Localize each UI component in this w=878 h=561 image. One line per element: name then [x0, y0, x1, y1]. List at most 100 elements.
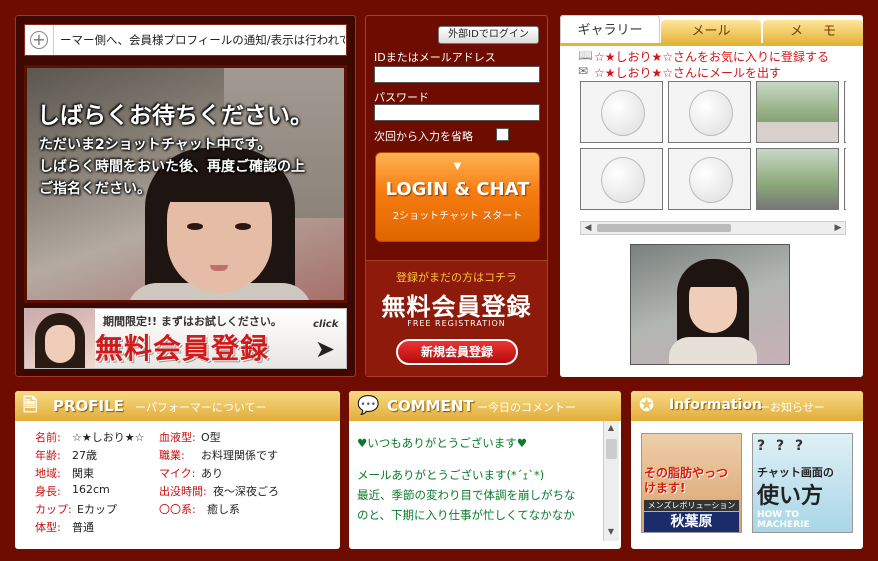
howto-small: HOW TO MACHERIE	[757, 510, 810, 530]
profile-key: マイク:	[159, 467, 196, 480]
comment-line: のと、下期に入り仕事が忙しくてなかなか	[357, 508, 575, 522]
gallery-thumb[interactable]	[756, 81, 839, 143]
diet-ad-banner[interactable]: その脂肪やっつけます! メンズレボリューション 秋葉原	[641, 433, 742, 533]
profile-key: 地域:	[35, 467, 61, 480]
ticker-bar: + ーマー側へ、会員様プロフィールの通知/表示は行われており	[24, 24, 347, 56]
scroll-down-icon[interactable]: ▼	[605, 527, 617, 539]
scrollbar-thumb[interactable]	[606, 439, 617, 459]
profile-panel: 🗎 PROFILE ーパフォーマーについてー 名前: ☆★しおり★☆ 血液型: …	[15, 391, 340, 549]
gallery-thumb[interactable]	[844, 81, 846, 143]
new-registration-button[interactable]: 新規会員登録	[396, 339, 518, 365]
registration-notice: 登録がまだの方はコチラ	[396, 271, 517, 284]
mail-link-text: ☆★しおり★☆さんにメールを出す	[594, 66, 782, 80]
banner-model-image	[25, 309, 95, 368]
tab-memo[interactable]: メモ	[763, 20, 863, 44]
comment-header: 💬 COMMENT ー今日のコメントー	[349, 391, 621, 421]
profile-value: ☆★しおり★☆	[72, 431, 145, 444]
scrollbar-thumb[interactable]	[597, 224, 731, 232]
profile-title: PROFILE	[53, 397, 124, 415]
mail-link[interactable]: ✉ ☆★しおり★☆さんにメールを出す	[578, 64, 858, 80]
comment-scrollbar[interactable]: ▲ ▼	[603, 421, 619, 541]
profile-key: 〇〇系:	[159, 503, 196, 516]
information-title: Information	[669, 397, 762, 413]
profile-key: 身長:	[35, 485, 61, 498]
profile-subtitle: ーパフォーマーについてー	[135, 401, 267, 414]
ticker-text: ーマー側へ、会員様プロフィールの通知/表示は行われており	[53, 25, 345, 55]
performer-eye	[187, 223, 203, 230]
profile-value: あり	[201, 467, 223, 480]
information-subtitle: ーお知らせー	[759, 401, 825, 414]
book-icon: 📖	[578, 48, 593, 62]
remember-label: 次回から入力を省略	[374, 130, 473, 143]
profile-value: Eカップ	[77, 503, 117, 516]
login-button-sublabel: 2ショットチャット スタート	[392, 211, 523, 222]
external-login-button[interactable]: 外部IDでログイン	[438, 26, 539, 44]
chat-howto-banner[interactable]: ? ? ? チャット画面の 使い方 HOW TO MACHERIE	[752, 433, 853, 533]
diet-ad-headline: その脂肪やっつけます!	[644, 466, 729, 495]
tab-gallery[interactable]: ギャラリー	[560, 15, 660, 43]
profile-row: カップ: Eカップ 〇〇系: 癒し系	[15, 501, 340, 519]
gallery-scrollbar[interactable]: ◀ ▶	[580, 221, 846, 235]
profile-value: お料理関係です	[201, 449, 278, 462]
remember-checkbox[interactable]	[496, 128, 509, 141]
login-button-label: LOGIN & CHAT	[385, 179, 530, 200]
wait-line: しばらく時間をおいた後、再度ご確認の上	[39, 159, 305, 175]
gallery-thumb[interactable]	[844, 148, 846, 210]
performer-eye	[235, 223, 251, 230]
free-registration-banner[interactable]: 期間限定!! まずはお試しください。 無料会員登録 click ➤	[24, 308, 347, 369]
password-input[interactable]	[374, 104, 540, 121]
comment-box: ♥いつもありがとうございます♥ メールありがとうございます(*´ｪ`*) 最近、…	[349, 421, 619, 549]
document-icon: 🗎	[23, 395, 38, 416]
tab-divider	[560, 43, 863, 46]
diet-ad-place: 秋葉原	[644, 512, 739, 532]
gallery-thumb[interactable]	[668, 148, 751, 210]
comment-line: 最近、季節の変わり目で体調を崩しがちな	[357, 488, 576, 502]
profile-key: 職業:	[159, 449, 185, 462]
scroll-up-icon[interactable]: ▲	[605, 423, 617, 435]
login-chat-button[interactable]: ▼ LOGIN & CHAT 2ショットチャット スタート	[375, 152, 540, 242]
profile-value: 関東	[72, 467, 94, 480]
favorite-link[interactable]: 📖 ☆★しおり★☆さんをお気に入りに登録する	[578, 48, 858, 64]
profile-value: 普通	[72, 521, 94, 534]
profile-value: 夜〜深夜ごろ	[213, 485, 279, 498]
profile-key: 体型:	[35, 521, 61, 534]
id-label: IDまたはメールアドレス	[374, 51, 496, 64]
profile-row: 名前: ☆★しおり★☆ 血液型: O型	[15, 429, 340, 447]
profile-key: 出没時間:	[159, 485, 207, 498]
banner-big-text: 無料会員登録	[95, 332, 270, 365]
wait-line: ただいま2ショットチャット中です。	[39, 137, 272, 153]
gallery-thumb[interactable]	[756, 148, 839, 210]
scroll-right-icon[interactable]: ▶	[831, 222, 845, 234]
id-input[interactable]	[374, 66, 540, 83]
profile-value: O型	[201, 431, 221, 444]
profile-value: 162cm	[72, 483, 110, 496]
profile-row: 身長: 162cm 出没時間: 夜〜深夜ごろ	[15, 483, 340, 501]
wait-line: ご指名ください。	[39, 181, 151, 197]
wait-title: しばらくお待ちください。	[37, 103, 313, 129]
favorite-link-text: ☆★しおり★☆さんをお気に入りに登録する	[594, 50, 830, 64]
profile-header: 🗎 PROFILE ーパフォーマーについてー	[15, 391, 340, 421]
profile-key: 年齢:	[35, 449, 61, 462]
gallery-thumb[interactable]	[580, 148, 663, 210]
login-panel: 外部IDでログイン IDまたはメールアドレス パスワード 次回から入力を省略 ▼…	[365, 15, 548, 377]
tab-mail[interactable]: メール	[661, 20, 761, 44]
performer-main-photo[interactable]	[630, 244, 790, 365]
gallery-grid	[580, 81, 846, 213]
information-header: ✪ Information ーお知らせー	[631, 391, 863, 421]
star-badge-icon: ✪	[639, 395, 655, 416]
gallery-thumb[interactable]	[580, 81, 663, 143]
comment-panel: 💬 COMMENT ー今日のコメントー ♥いつもありがとうございます♥ メールあ…	[349, 391, 621, 549]
scroll-left-icon[interactable]: ◀	[581, 222, 595, 234]
question-icons: ? ? ?	[757, 438, 807, 454]
registration-subtitle: FREE REGISTRATION	[407, 319, 506, 328]
click-label: click	[313, 319, 339, 330]
gallery-thumb[interactable]	[668, 81, 751, 143]
profile-key: 血液型:	[159, 431, 196, 444]
comment-line: ♥いつもありがとうございます♥	[357, 436, 528, 450]
comment-line: メールありがとうございます(*´ｪ`*)	[357, 468, 545, 482]
profile-key: 名前:	[35, 431, 61, 444]
plus-icon[interactable]: +	[30, 31, 48, 49]
profile-value: 癒し系	[207, 503, 240, 516]
gallery-panel: ギャラリー メール メモ 📖 ☆★しおり★☆さんをお気に入りに登録する ✉ ☆★…	[560, 15, 863, 377]
performer-video[interactable]: しばらくお待ちください。 ただいま2ショットチャット中です。 しばらく時間をおい…	[24, 65, 347, 303]
